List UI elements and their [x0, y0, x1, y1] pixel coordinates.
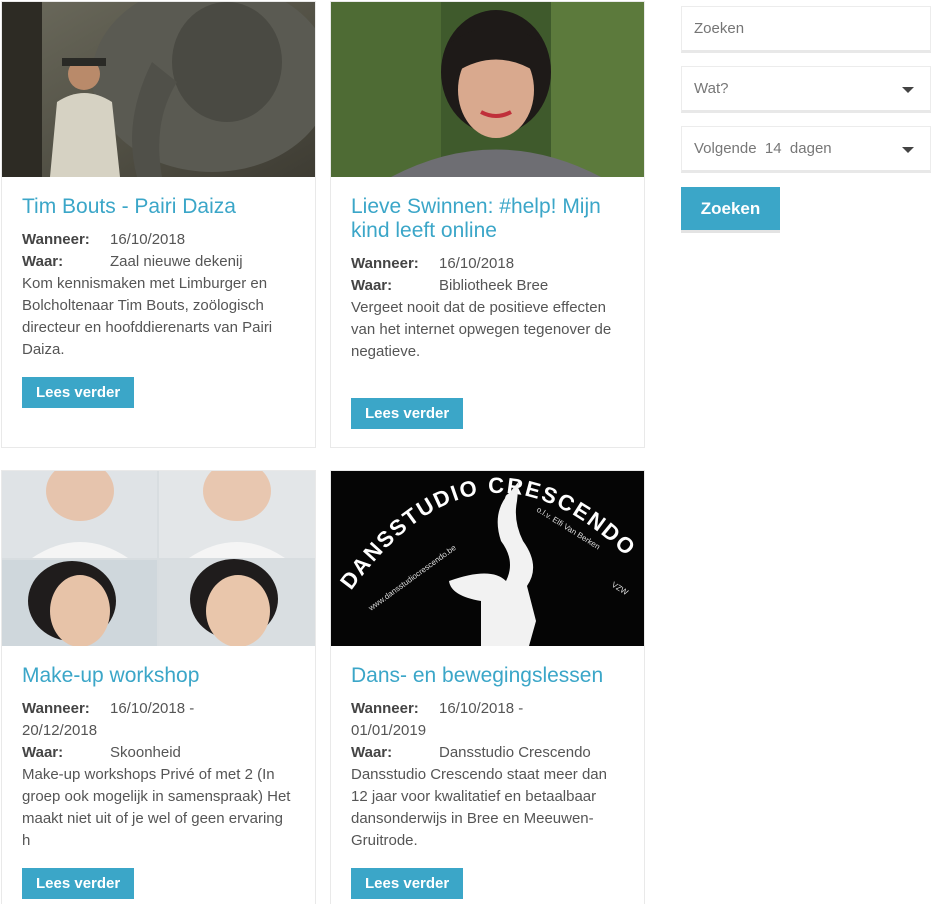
- event-title[interactable]: Tim Bouts - Pairi Daiza: [22, 195, 295, 219]
- event-image-elephant[interactable]: [2, 2, 315, 177]
- period-select[interactable]: Volgende 14 dagen: [681, 126, 931, 173]
- read-more-button[interactable]: Lees verder: [22, 868, 135, 899]
- event-where: Waar: Dansstudio Crescendo: [351, 744, 591, 761]
- event-card: DANSSTUDIO CRESCENDO www.dansstudiocresc…: [330, 470, 645, 904]
- chevron-down-icon: [902, 87, 914, 93]
- event-description: Kom kennismaken met Limburger en Bolchol…: [22, 275, 273, 358]
- event-where: Waar: Bibliotheek Bree: [351, 277, 549, 294]
- event-title[interactable]: Lieve Swinnen: #help! Mijn kind leeft on…: [351, 195, 624, 243]
- event-description: Make-up workshops Privé of met 2 (In gro…: [22, 766, 291, 849]
- event-title[interactable]: Make-up workshop: [22, 664, 295, 688]
- event-image-makeup[interactable]: [2, 471, 315, 646]
- search-input[interactable]: [694, 20, 914, 37]
- event-when-end: 01/01/2019: [351, 722, 427, 739]
- event-when: Wanneer: 16/10/2018 -: [22, 700, 195, 717]
- event-when: Wanneer: 16/10/2018: [22, 231, 186, 248]
- event-description: Dansstudio Crescendo staat meer dan 12 j…: [351, 766, 607, 849]
- event-where: Waar: Zaal nieuwe dekenij: [22, 253, 243, 270]
- event-description: Vergeet nooit dat de positieve effecten …: [351, 299, 612, 360]
- search-button[interactable]: Zoeken: [681, 187, 780, 233]
- search-field[interactable]: [681, 6, 931, 53]
- event-card: Lieve Swinnen: #help! Mijn kind leeft on…: [330, 1, 645, 448]
- event-image-dance-logo[interactable]: DANSSTUDIO CRESCENDO www.dansstudiocresc…: [331, 471, 644, 646]
- event-where: Waar: Skoonheid: [22, 744, 181, 761]
- chevron-down-icon: [902, 147, 914, 153]
- event-image-portrait[interactable]: [331, 2, 644, 177]
- event-card: Make-up workshop Wanneer: 16/10/2018 - 2…: [1, 470, 316, 904]
- event-when-end: 20/12/2018: [22, 722, 98, 739]
- read-more-button[interactable]: Lees verder: [22, 377, 135, 408]
- event-when: Wanneer: 16/10/2018: [351, 255, 515, 272]
- what-select[interactable]: Wat?: [681, 66, 931, 113]
- event-when: Wanneer: 16/10/2018 -: [351, 700, 524, 717]
- period-select-value: Volgende 14 dagen: [694, 140, 832, 157]
- read-more-button[interactable]: Lees verder: [351, 398, 464, 429]
- event-title[interactable]: Dans- en bewegingslessen: [351, 664, 624, 688]
- what-select-value: Wat?: [694, 80, 729, 97]
- event-card: Tim Bouts - Pairi Daiza Wanneer: 16/10/2…: [1, 1, 316, 448]
- read-more-button[interactable]: Lees verder: [351, 868, 464, 899]
